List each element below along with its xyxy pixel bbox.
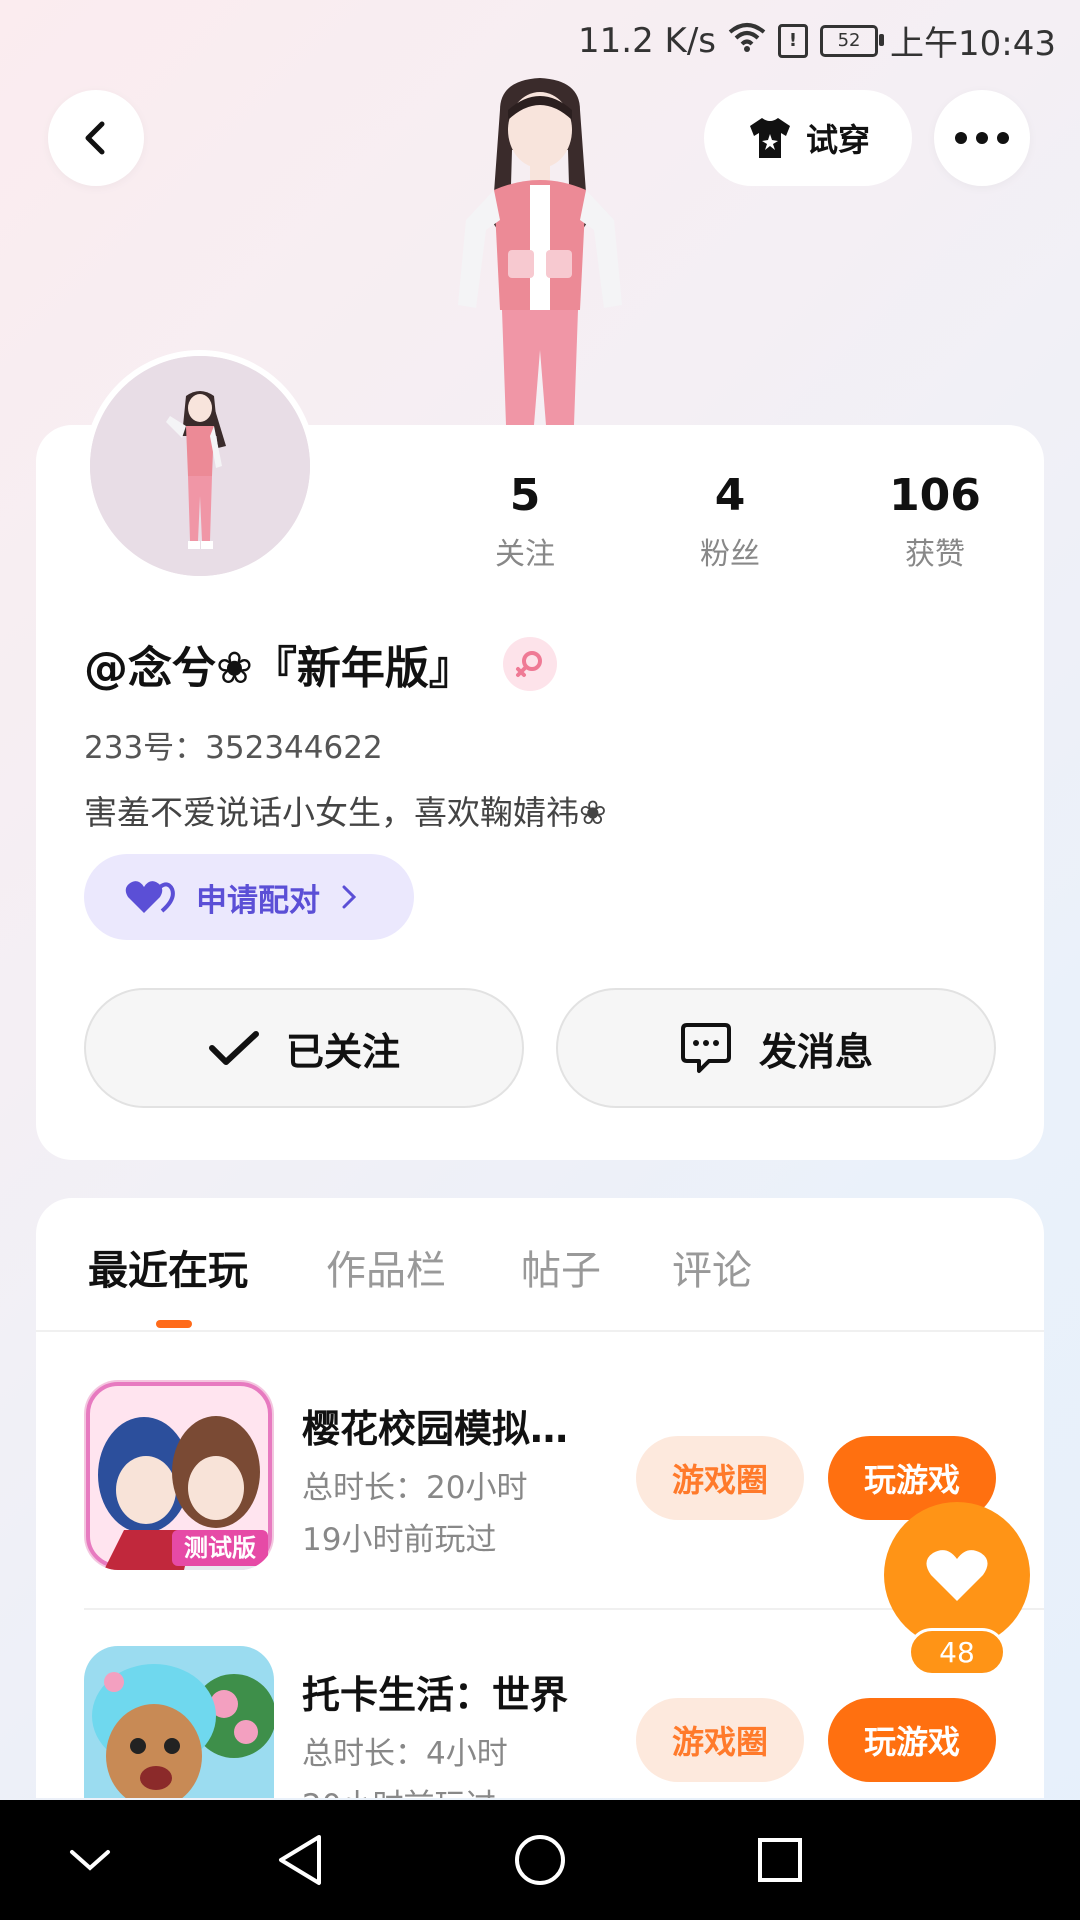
username-row: @念兮❀『新年版』: [84, 632, 557, 696]
stat-label: 关注: [495, 537, 555, 572]
message-button[interactable]: 发消息: [556, 988, 996, 1108]
stat-following[interactable]: 5 关注: [440, 470, 610, 573]
stat-label: 粉丝: [700, 537, 760, 572]
content-card: 最近在玩 作品栏 帖子 评论 测试版 樱花校园模拟… 总时长：20小时 19小时…: [36, 1198, 1044, 1798]
tab-recently-played[interactable]: 最近在玩: [88, 1238, 248, 1296]
try-on-button[interactable]: 试穿: [704, 90, 912, 186]
avatar[interactable]: [84, 350, 316, 582]
like-count: 48: [908, 1628, 1006, 1676]
nav-recents-button[interactable]: [750, 1830, 810, 1890]
tab-comments[interactable]: 评论: [672, 1238, 752, 1296]
triangle-back-icon: [279, 1835, 321, 1885]
stat-likes[interactable]: 106 获赞: [850, 470, 1020, 573]
nav-back-button[interactable]: [270, 1830, 330, 1890]
heart-icon: [926, 1550, 988, 1601]
user-id: 233号：352344622: [84, 730, 383, 766]
user-bio: 害羞不爱说话小女生，喜欢鞠婧祎❀: [84, 793, 607, 832]
status-icons: 11.2 K/s ! 52 上午10:43: [578, 16, 1056, 65]
pair-label: 申请配对: [196, 882, 320, 919]
game-last-played: 19小时前玩过: [302, 1522, 497, 1558]
game-title: 樱花校园模拟…: [302, 1407, 569, 1451]
clock: 上午10:43: [890, 24, 1056, 64]
play-game-button[interactable]: 玩游戏: [828, 1698, 996, 1782]
circle-home-icon: [515, 1835, 565, 1885]
try-on-label: 试穿: [805, 121, 870, 159]
back-button[interactable]: [48, 90, 144, 186]
system-nav-bar: [0, 1800, 1080, 1920]
stat-value: 106: [889, 470, 981, 521]
alert-icon: !: [778, 23, 809, 58]
tab-indicator: [156, 1320, 192, 1328]
wifi-icon: [728, 21, 766, 61]
female-icon: [502, 637, 557, 691]
chevron-down-icon: [70, 1850, 110, 1871]
check-icon: [208, 1031, 259, 1065]
profile-stats: 5 关注 4 粉丝 106 获赞: [440, 470, 1020, 573]
hearts-icon: [125, 881, 175, 913]
game-list-item[interactable]: 托卡生活：世界 总时长：4小时 20小时前玩过 游戏圈 玩游戏: [36, 1598, 1044, 1798]
game-title: 托卡生活：世界: [302, 1673, 569, 1717]
follow-button[interactable]: 已关注: [84, 988, 524, 1108]
network-speed: 11.2 K/s: [578, 20, 717, 61]
nav-collapse-button[interactable]: [60, 1830, 120, 1890]
stat-value: 4: [714, 470, 746, 521]
follow-label: 已关注: [285, 1029, 400, 1074]
message-label: 发消息: [758, 1029, 873, 1074]
more-dots-icon: [955, 132, 1009, 144]
status-bar: 11.2 K/s ! 52 上午10:43: [0, 0, 1080, 78]
stat-followers[interactable]: 4 粉丝: [645, 470, 815, 573]
game-duration: 总时长：20小时: [302, 1470, 528, 1506]
tab-posts[interactable]: 帖子: [521, 1238, 601, 1296]
pair-request-button[interactable]: 申请配对: [84, 854, 414, 940]
game-last-played: 20小时前玩过: [302, 1780, 496, 1798]
square-recents-icon: [758, 1838, 802, 1882]
like-button[interactable]: [884, 1502, 1030, 1648]
stat-value: 5: [509, 470, 541, 521]
username: @念兮❀『新年版』: [84, 643, 473, 694]
tshirt-icon: [749, 118, 790, 158]
game-duration: 总时长：4小时: [302, 1736, 508, 1772]
game-circle-button[interactable]: 游戏圈: [636, 1436, 804, 1520]
nav-home-button[interactable]: [510, 1830, 570, 1890]
chat-bubble-icon: [680, 1023, 731, 1073]
game-icon[interactable]: 测试版: [84, 1380, 274, 1570]
chevron-right-icon: [342, 885, 357, 909]
game-circle-button[interactable]: 游戏圈: [636, 1698, 804, 1782]
game-icon[interactable]: [84, 1646, 274, 1798]
tab-works[interactable]: 作品栏: [326, 1238, 446, 1296]
battery-level: 52: [837, 30, 861, 51]
character-3d-image: [458, 78, 622, 425]
avatar-image: [90, 356, 310, 576]
game-badge: 测试版: [184, 1534, 256, 1562]
more-button[interactable]: [934, 90, 1030, 186]
chevron-left-icon: [85, 121, 105, 155]
tab-bar: 最近在玩 作品栏 帖子 评论: [36, 1198, 1044, 1332]
stat-label: 获赞: [905, 537, 965, 572]
battery-icon: 52: [820, 24, 885, 57]
